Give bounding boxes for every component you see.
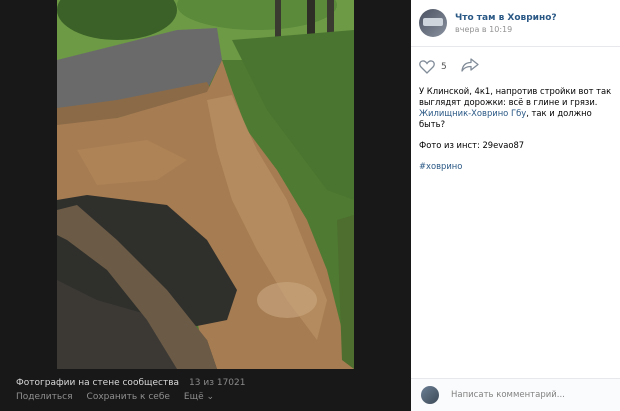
group-name-link[interactable]: Что там в Ховрино? xyxy=(455,13,557,23)
post-text: У Клинской, 4к1, напротив стройки вот та… xyxy=(411,82,620,186)
mention-link[interactable]: Жилищник-Ховрино Гбу xyxy=(419,108,526,118)
photo-counter: 13 из 17021 xyxy=(189,378,246,388)
more-label: Ещё xyxy=(183,392,204,402)
like-count: 5 xyxy=(441,61,447,72)
post-panel: Что там в Ховрино? вчера в 10:19 5 У Кли… xyxy=(411,0,620,411)
comment-input[interactable]: Написать комментарий... xyxy=(451,390,565,400)
post-timestamp[interactable]: вчера в 10:19 xyxy=(455,25,557,34)
comment-bar: Написать комментарий... xyxy=(411,378,620,411)
more-menu[interactable]: Ещё ⌄ xyxy=(184,392,214,402)
viewer-footer: Фотографии на стене сообщества 13 из 170… xyxy=(16,378,406,402)
photo-viewer: Фотографии на стене сообщества 13 из 170… xyxy=(0,0,411,411)
user-avatar xyxy=(421,386,439,404)
post-actions: 5 xyxy=(411,47,620,82)
post-photo[interactable] xyxy=(57,0,354,369)
hashtag-link[interactable]: #ховрино xyxy=(419,161,462,171)
share-button[interactable] xyxy=(461,57,479,76)
album-title[interactable]: Фотографии на стене сообщества xyxy=(16,378,179,388)
like-button[interactable]: 5 xyxy=(419,59,447,74)
chevron-down-icon: ⌄ xyxy=(206,392,215,402)
share-icon xyxy=(461,58,479,72)
heart-icon xyxy=(419,59,435,74)
save-photo-link[interactable]: Сохранить к себе xyxy=(87,392,170,402)
post-header: Что там в Ховрино? вчера в 10:19 xyxy=(411,0,620,40)
group-avatar[interactable] xyxy=(419,9,447,37)
photo-image xyxy=(57,0,354,369)
share-photo-link[interactable]: Поделиться xyxy=(16,392,73,402)
post-text-main: У Клинской, 4к1, напротив стройки вот та… xyxy=(419,86,612,107)
photo-credit: Фото из инст: 29evao87 xyxy=(419,140,525,150)
